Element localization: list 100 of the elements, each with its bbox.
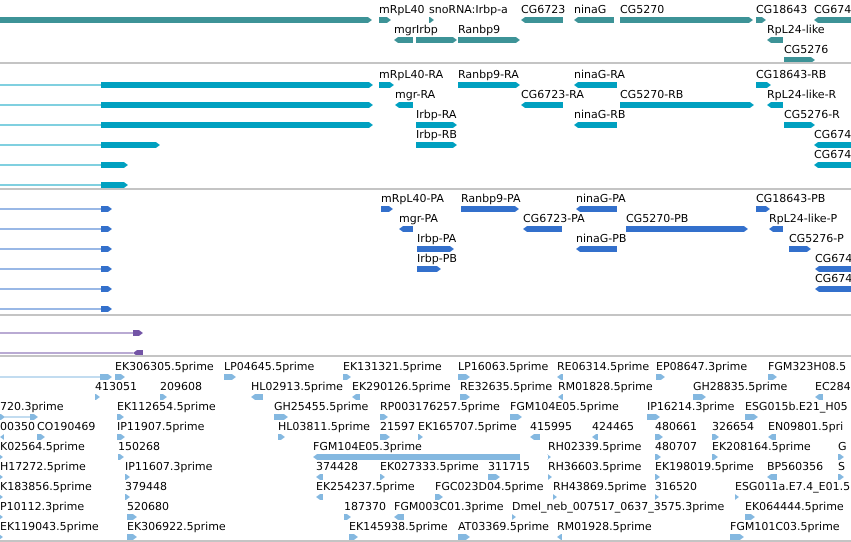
feature-label: RpL24-like (767, 23, 825, 36)
feature-label: CG5276-R (784, 108, 840, 121)
feature-label: CG5276-P (789, 232, 844, 245)
feature-label: S (838, 460, 845, 473)
feature-label: EK198019.5prime (655, 460, 754, 473)
feature-label: mgr-RA (395, 88, 436, 101)
feature-label: EK112654.5prime (117, 400, 216, 413)
feature-label: CO190469 (37, 420, 96, 433)
feature-label: FGM003C01.3prime (394, 500, 504, 513)
feature-label: GH25455.5prime (274, 400, 368, 413)
feature-label: AT03369.5prime (458, 520, 549, 533)
feature-label: CG674 (814, 3, 851, 16)
feature-label: Irbp-RB (416, 128, 457, 141)
feature-label: ESG011a.E7.4_E01.5 (735, 480, 850, 493)
feature-label: 720.3prime (0, 400, 64, 413)
feature-label: LP16063.5prime (458, 360, 548, 373)
feature-label: 520680 (127, 500, 169, 513)
feature-label: 209608 (160, 380, 202, 393)
feature-label: CG674 (814, 128, 851, 141)
feature-label: 480661 (655, 420, 697, 433)
feature-label: RpL24-like-P (769, 212, 838, 225)
feature-label: CG6723 (521, 3, 566, 16)
feature-label: CG5270 (620, 3, 664, 16)
feature-label: ninaG-PB (576, 232, 626, 245)
feature-label: 00350 (0, 420, 35, 433)
feature-label: Ranbp9-RA (458, 68, 519, 81)
feature-label: EK131321.5prime (343, 360, 442, 373)
feature-label: ninaG-RB (574, 108, 626, 121)
feature-label: Ranbp9-PA (461, 192, 521, 205)
feature-label: CG6723-PA (523, 212, 585, 225)
feature-label: 415995 (530, 420, 572, 433)
feature-label: RP003176257.5prime (380, 400, 500, 413)
feature-label: EK064444.5prime (745, 500, 844, 513)
feature-label: EK208164.5prime (712, 440, 811, 453)
feature-label: 21597 (380, 420, 415, 433)
feature-label: K02564.5prime (0, 440, 85, 453)
feature-label: CG18643 (756, 3, 808, 16)
feature-label: IP11607.3prime (125, 460, 212, 473)
feature-label: EK119043.5prime (0, 520, 99, 533)
feature-label: RH36603.5prime (548, 460, 642, 473)
feature-label: RH43869.5prime (553, 480, 646, 493)
feature-label: CG5276 (784, 43, 828, 56)
feature-label: IP11907.5prime (117, 420, 204, 433)
feature-label: EK145938.5prime (349, 520, 448, 533)
feature-label: ninaG-RA (574, 68, 625, 81)
feature-label: GH28835.5prime (693, 380, 788, 393)
feature-label: RE32635.5prime (460, 380, 552, 393)
feature-label: EK290126.5prime (352, 380, 451, 393)
feature-label: EK306922.5prime (127, 520, 226, 533)
feature-label: 480707 (655, 440, 697, 453)
feature-label: K183856.5prime (0, 480, 92, 493)
feature-label: EC284 (815, 380, 851, 393)
feature-label: CG6723-RA (521, 88, 584, 101)
feature-label: ninaG (574, 3, 606, 16)
feature-label: 424465 (592, 420, 634, 433)
feature-label: mgr (394, 23, 416, 36)
feature-label: Dmel_neb_007517_0637_3575.3prime (512, 500, 724, 513)
feature-label: LP04645.5prime (224, 360, 314, 373)
feature-label: Irbp-PA (417, 232, 456, 245)
feature-label: RE06314.5prime (557, 360, 650, 373)
feature-label: CG5270-PB (626, 212, 688, 225)
feature-label: FGM104E05.3prime (313, 440, 422, 453)
feature-label: ESG015b.E21_H05 (745, 400, 848, 413)
feature-label: 413051 (95, 380, 137, 393)
feature-label: mRpL40-PA (381, 192, 444, 205)
feature-label: H17272.5prime (0, 460, 86, 473)
feature-label: IP16214.3prime (647, 400, 734, 413)
feature-label: 379448 (125, 480, 167, 493)
feature-label: mgr-PA (399, 212, 438, 225)
feature-label: RH02339.5prime (548, 440, 642, 453)
feature-label: 316520 (655, 480, 697, 493)
feature-label: EK165707.5prime (418, 420, 517, 433)
feature-label: Irbp-PB (417, 252, 457, 265)
feature-label: EK027333.5prime (380, 460, 479, 473)
feature-label: EP08647.3prime (656, 360, 748, 373)
feature-label: CG674 (814, 148, 851, 161)
feature-label: CG18643-RB (756, 68, 826, 81)
feature-label: 311715 (488, 460, 530, 473)
feature-label: Ranbp9 (458, 23, 500, 36)
feature-label: FGM323H08.5 (768, 360, 846, 373)
feature-label: EK254237.5prime (316, 480, 415, 493)
feature-label: 187370 (344, 500, 386, 513)
feature-label: snoRNA:Irbp-a (429, 3, 508, 16)
feature-label: FGC023D04.5prime (435, 480, 544, 493)
feature-label: HL02913.5prime (251, 380, 343, 393)
feature-label: EK306305.5prime (115, 360, 214, 373)
feature-label: G (838, 440, 847, 453)
feature-label: RpL24-like-R (767, 88, 836, 101)
feature-label: Irbp-RA (416, 108, 456, 121)
feature-label: Irbp (416, 23, 438, 36)
feature-label: CG18643-PB (756, 192, 826, 205)
feature-label: P10112.3prime (0, 500, 84, 513)
feature-label: 326654 (712, 420, 754, 433)
feature-label: 374428 (316, 460, 358, 473)
feature-label: mRpL40-RA (379, 68, 444, 81)
feature-label: ninaG-PA (576, 192, 626, 205)
feature-label: EN09801.5pri (768, 420, 844, 433)
feature-label: CG5270-RB (620, 88, 684, 101)
feature-label: 150268 (118, 440, 160, 453)
feature-label: FGM101C03.5prime (730, 520, 840, 533)
